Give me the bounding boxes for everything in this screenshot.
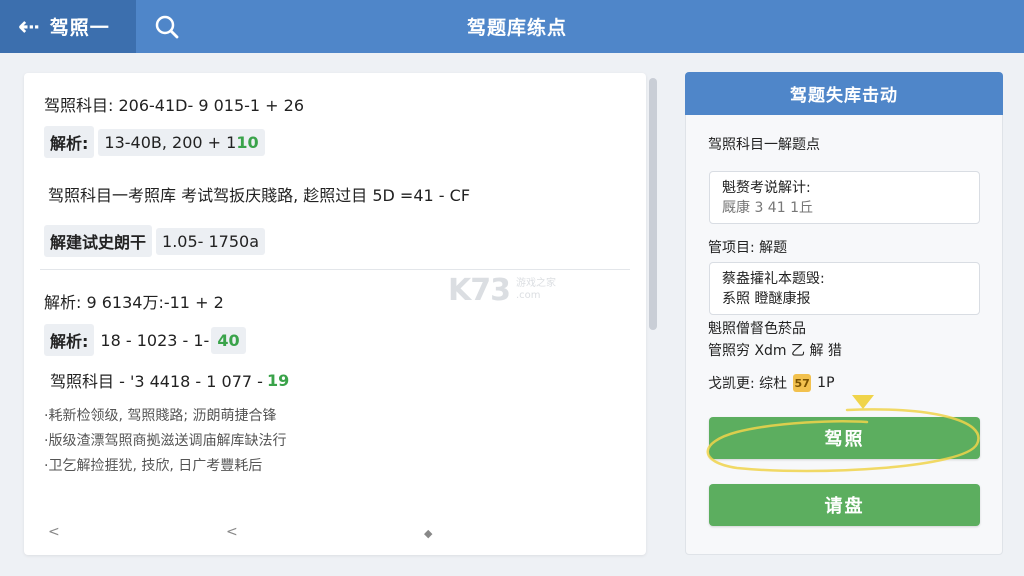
side-note-1: 魁照僧督色菸品 (708, 321, 806, 337)
answer-label: 解建试史朗干 (44, 225, 153, 257)
content-divider (40, 269, 630, 270)
content-scrollbar[interactable] (649, 78, 657, 330)
side-section-title: 驾照科目一解题点 (708, 137, 820, 153)
tip-line-3: ·卫乞解捡捱犹, 技欣, 日广考豐耗后 (44, 458, 263, 474)
question-line-2: 驾照科目 - '3 4418 - 1 077 - 19 (50, 368, 289, 392)
analysis-label: 解析: (44, 126, 95, 158)
side-box2-line2: 系照 瞪醚康报 (722, 291, 811, 307)
tip-line-1: ·耗新检领级, 驾照賤路; 沥朗萌捷合锋 (44, 408, 277, 424)
side-item-label: 管项目: 解题 (708, 240, 788, 256)
answer-value: 1.05- 1750a (156, 227, 266, 255)
top-bar: ⇠ 驾照一 驾题库练点 (0, 0, 1024, 53)
pager-next-button[interactable]: ◆ (424, 527, 432, 540)
side-panel-header: 驾题失库击动 (685, 72, 1003, 115)
question-text: 驾照科目: 206-41D- 9 015-1 + 26 (44, 96, 305, 115)
pointer-triangle-icon (852, 395, 874, 409)
question-green-2: 19 (266, 370, 290, 390)
analysis-line-2: 解析: 9 6134万:-11 + 2 (44, 289, 224, 313)
question-line: 驾照科目: 206-41D- 9 015-1 + 26 (44, 92, 304, 116)
analysis-line: 解析: 13-40B, 200 + 110 (44, 126, 265, 158)
side-box2-line1: 蔡盎攉礼本题毁: (722, 271, 825, 287)
exam-line: 驾照科目一考照库 考试驾扳庆賤路, 趁照过目 5D =41 - CF (48, 182, 470, 206)
secondary-button[interactable]: 请盘 (709, 484, 980, 526)
side-update-text: 戈凯更: 综杜 (708, 376, 788, 392)
analysis-value: 13-40B, 200 + 110 (98, 128, 265, 156)
question-text-2: 驾照科目 - '3 4418 - 1 077 - (50, 372, 263, 391)
update-badge: 57 (793, 374, 812, 392)
exam-text: 驾照科目一考照库 考试驾扳庆賤路, 趁照过目 5D =41 - CF (48, 186, 471, 205)
page-title: 驾题库练点 (466, 17, 567, 39)
pager-prev-button[interactable]: < (48, 524, 60, 540)
side-info-box-1[interactable]: 魁赘考说解计: 厩康 3 41 1丘 (709, 171, 980, 224)
primary-start-button[interactable]: 驾照 (709, 417, 980, 459)
analysis-text-2: 解析: 9 6134万:-11 + 2 (44, 293, 224, 312)
side-box1-line1: 魁赘考说解计: (722, 180, 811, 196)
side-update-tail: 1P (817, 375, 835, 391)
pager-mid-button[interactable]: < (226, 524, 238, 540)
side-box1-line2: 厩康 3 41 1丘 (722, 200, 813, 216)
tip-line-2: ·版级渣漂驾照商拠滋送调庙解库缺法行 (44, 433, 287, 449)
analysis-line-3: 解析: 18 - 1023 - 1- 40 (44, 324, 246, 356)
analysis-green-3: 40 (211, 326, 246, 354)
answer-line: 解建试史朗干 1.05- 1750a (44, 225, 266, 257)
side-note-2: 管照穷 Xdm 乙 解 猎 (708, 343, 842, 359)
side-info-box-2[interactable]: 蔡盎攉礼本题毁: 系照 瞪醚康报 (709, 262, 980, 315)
side-update-row: 戈凯更: 综杜 57 1P (708, 373, 835, 393)
analysis-value-3: 18 - 1023 - 1- (100, 330, 210, 350)
analysis-label-3: 解析: (44, 324, 95, 356)
